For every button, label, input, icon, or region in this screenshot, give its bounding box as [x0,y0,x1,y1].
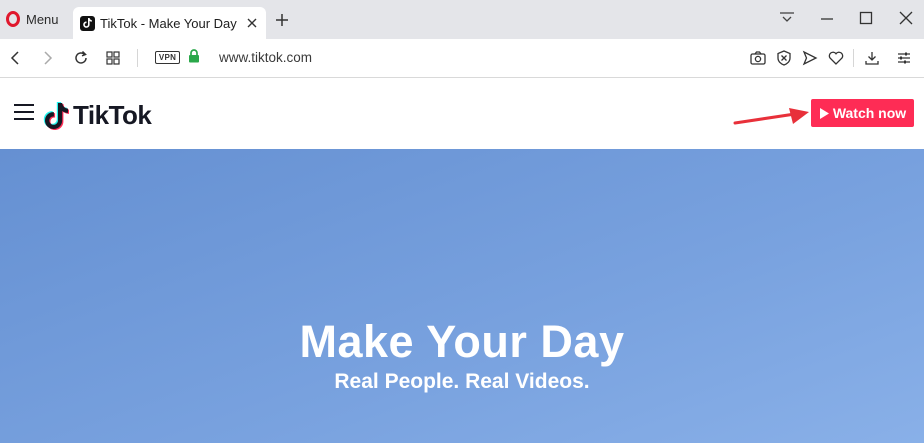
tab-title: TikTok - Make Your Day [100,15,237,31]
site-header: TikTok Watch now [0,78,924,149]
tab-strip: Menu TikTok - Make Your Day [0,0,924,39]
tiktok-favicon-icon [80,15,95,31]
divider [853,49,854,67]
hero-banner [0,149,924,443]
tiktok-note-icon [43,101,69,130]
speed-dial-icon[interactable] [105,50,121,66]
back-icon[interactable] [7,50,23,66]
tiktok-logo[interactable]: TikTok [43,100,152,131]
watch-now-label: Watch now [832,105,907,121]
tab-menu-icon[interactable] [778,9,796,27]
brand-name: TikTok [73,100,152,130]
window-close-icon[interactable] [897,9,915,27]
close-icon[interactable] [244,15,260,31]
camera-icon[interactable] [750,50,766,66]
reload-icon[interactable] [73,50,89,66]
forward-icon[interactable] [40,50,56,66]
address-bar: VPN www.tiktok.com [0,39,924,78]
lock-icon[interactable] [188,49,200,63]
easy-setup-icon[interactable] [896,50,912,66]
send-icon[interactable] [802,50,818,66]
opera-menu-button[interactable]: Menu [6,7,59,31]
url-field[interactable]: www.tiktok.com [219,50,312,65]
heart-icon[interactable] [828,50,844,66]
opera-logo-icon [6,11,20,27]
hero-title: Make Your Day [299,316,625,367]
download-icon[interactable] [864,50,880,66]
watch-now-button[interactable]: Watch now [811,99,914,127]
minimize-icon[interactable] [818,9,836,27]
hamburger-icon[interactable] [14,104,34,120]
maximize-icon[interactable] [857,9,875,27]
opera-menu-label: Menu [26,11,59,27]
arrow-icon [733,108,809,125]
plus-icon[interactable] [274,12,290,28]
tab-tiktok[interactable]: TikTok - Make Your Day [73,7,266,39]
vpn-badge[interactable]: VPN [155,51,180,64]
divider [137,49,138,67]
play-icon [819,107,829,119]
adblock-icon[interactable] [776,50,792,66]
hero-subtitle: Real People. Real Videos. [334,370,590,393]
